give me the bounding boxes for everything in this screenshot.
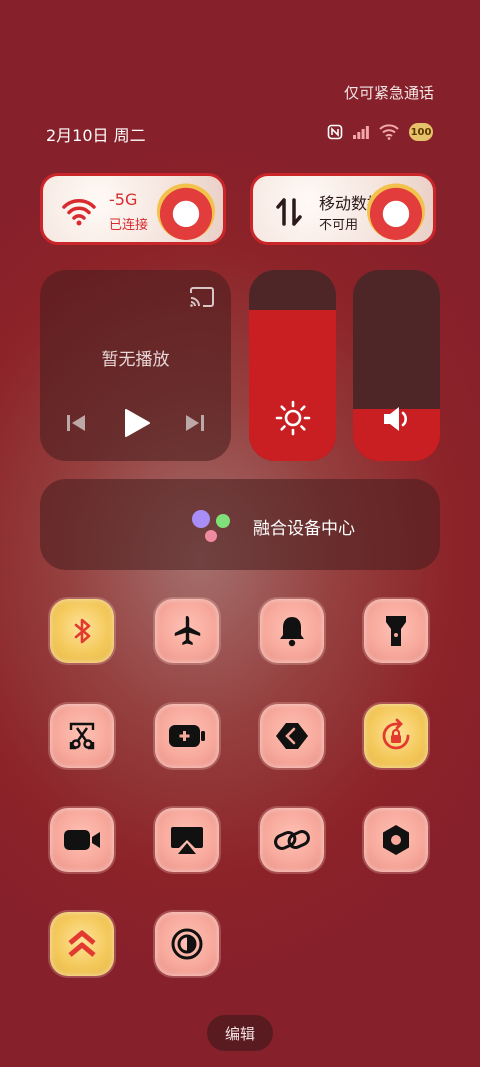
bluetooth-toggle[interactable] (50, 599, 114, 663)
screen-record-icon (64, 830, 100, 850)
screen-record-toggle[interactable] (50, 808, 114, 872)
volume-slider[interactable] (353, 270, 440, 461)
bell-icon (280, 617, 304, 647)
mascot-image (367, 182, 425, 240)
flashlight-icon (386, 616, 406, 646)
speaker-icon (353, 404, 440, 434)
wifi-name: -5G (109, 190, 138, 209)
media-title: 暂无播放 (101, 350, 170, 370)
flashlight-toggle[interactable] (364, 599, 428, 663)
airplane-toggle[interactable] (155, 599, 219, 663)
rotation-lock-toggle[interactable] (364, 704, 428, 768)
wifi-icon (379, 124, 399, 140)
settings-nut-icon (383, 825, 409, 855)
emergency-call-status: 仅可紧急通话 (343, 84, 434, 102)
settings-toggle[interactable] (364, 808, 428, 872)
media-card[interactable]: 暂无播放 (40, 270, 231, 461)
cast-screen-icon (171, 827, 203, 854)
signal-icon (353, 125, 369, 139)
ringer-toggle[interactable] (260, 599, 324, 663)
edit-button[interactable]: 编辑 (207, 1015, 273, 1051)
date-label: 2月10日 周二 (46, 126, 146, 145)
link-icon (274, 830, 310, 850)
rotation-lock-icon (382, 718, 410, 750)
wifi-icon (61, 194, 97, 230)
brightness-fill (249, 310, 336, 461)
device-center-card[interactable]: 融合设备中心 (40, 479, 440, 570)
device-center-icon (192, 510, 230, 542)
link-toggle[interactable] (260, 808, 324, 872)
play-icon[interactable] (123, 408, 151, 442)
dark-mode-toggle[interactable] (155, 912, 219, 976)
previous-icon[interactable] (66, 413, 86, 437)
wifi-tile[interactable]: -5G 已连接 (40, 173, 226, 245)
next-icon[interactable] (185, 413, 205, 437)
bluetooth-icon (74, 618, 91, 644)
data-arrows-icon (271, 194, 307, 230)
performance-up-icon (68, 930, 96, 957)
battery-saver-toggle[interactable] (155, 704, 219, 768)
mobile-data-state: 不可用 (319, 218, 359, 233)
nfc-icon (327, 124, 343, 140)
battery-saver-icon (169, 725, 205, 747)
wifi-state: 已连接 (109, 218, 149, 233)
share-toggle[interactable] (260, 704, 324, 768)
sun-icon (249, 400, 336, 436)
share-icon (276, 723, 308, 749)
status-icons: 100 (327, 123, 433, 141)
screenshot-scissors-icon (69, 722, 95, 750)
dark-mode-icon (171, 928, 203, 960)
brightness-slider[interactable] (249, 270, 336, 461)
performance-toggle[interactable] (50, 912, 114, 976)
cast-screen-toggle[interactable] (155, 808, 219, 872)
mascot-image (157, 182, 215, 240)
screenshot-toggle[interactable] (50, 704, 114, 768)
battery-icon: 100 (409, 123, 433, 141)
device-center-label: 融合设备中心 (253, 519, 355, 539)
mobile-data-tile[interactable]: 移动数据 不可用 (250, 173, 436, 245)
cast-icon[interactable] (189, 286, 215, 312)
airplane-icon (174, 616, 201, 645)
